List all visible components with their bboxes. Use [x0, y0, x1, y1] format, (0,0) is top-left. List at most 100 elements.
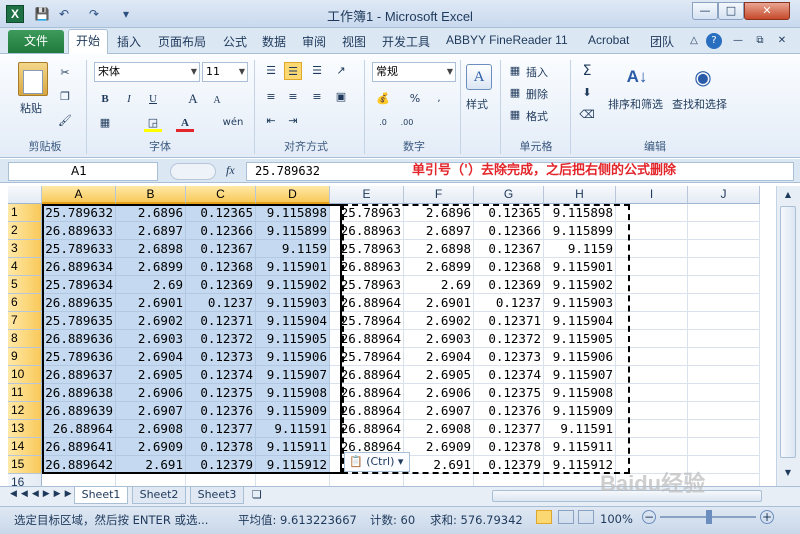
- sort-filter-icon[interactable]: A↓: [622, 62, 652, 92]
- cell-j2[interactable]: [688, 222, 760, 240]
- cell-f2[interactable]: 2.6897: [404, 222, 474, 240]
- clear-icon[interactable]: ⌫: [578, 106, 596, 124]
- page-break-view-icon[interactable]: [578, 510, 594, 524]
- cell-h8[interactable]: 9.115905: [544, 330, 616, 348]
- insert-function-icon[interactable]: fx: [226, 163, 235, 178]
- cell-e8[interactable]: 26.88964: [330, 330, 404, 348]
- row-header[interactable]: 8: [8, 330, 42, 348]
- cell-j8[interactable]: [688, 330, 760, 348]
- cell-e13[interactable]: 26.88964: [330, 420, 404, 438]
- row-header[interactable]: 14: [8, 438, 42, 456]
- cell-h9[interactable]: 9.115906: [544, 348, 616, 366]
- row-header[interactable]: 12: [8, 402, 42, 420]
- cell-f7[interactable]: 2.6902: [404, 312, 474, 330]
- column-header-g[interactable]: G: [474, 186, 544, 204]
- ribbon-collapse-icon[interactable]: △: [686, 33, 702, 49]
- copy-icon[interactable]: ❐: [56, 88, 74, 106]
- tab-developer[interactable]: 开发工具: [382, 33, 430, 50]
- cell-e3[interactable]: 25.78963: [330, 240, 404, 258]
- underline-button[interactable]: U: [144, 90, 162, 108]
- normal-view-icon[interactable]: [536, 510, 552, 524]
- cell-c14[interactable]: 0.12378: [186, 438, 256, 456]
- grow-font-button[interactable]: A: [184, 90, 202, 108]
- cell-f10[interactable]: 2.6905: [404, 366, 474, 384]
- cell-i11[interactable]: [616, 384, 688, 402]
- cell-d12[interactable]: 9.115909: [256, 402, 330, 420]
- cell-b10[interactable]: 2.6905: [116, 366, 186, 384]
- cell-d10[interactable]: 9.115907: [256, 366, 330, 384]
- fill-icon[interactable]: ⬇: [578, 84, 596, 102]
- tab-team[interactable]: 团队: [650, 33, 674, 50]
- cell-a3[interactable]: 25.789633: [42, 240, 116, 258]
- cell-b8[interactable]: 2.6903: [116, 330, 186, 348]
- column-header-e[interactable]: E: [330, 186, 404, 204]
- cell-h6[interactable]: 9.115903: [544, 294, 616, 312]
- tab-page-layout[interactable]: 页面布局: [158, 33, 206, 50]
- autosum-button[interactable]: Σ: [578, 62, 596, 80]
- cell-g6[interactable]: 0.1237: [474, 294, 544, 312]
- align-center-icon[interactable]: ≡: [284, 88, 302, 106]
- sheet-tab-sheet1[interactable]: Sheet1: [74, 487, 128, 504]
- cell-a15[interactable]: 26.889642: [42, 456, 116, 474]
- cell-c3[interactable]: 0.12367: [186, 240, 256, 258]
- cell-g13[interactable]: 0.12377: [474, 420, 544, 438]
- doc-restore-icon[interactable]: ⧉: [752, 33, 768, 49]
- align-left-icon[interactable]: ≡: [262, 88, 280, 106]
- cell-h7[interactable]: 9.115904: [544, 312, 616, 330]
- cell-g15[interactable]: 0.12379: [474, 456, 544, 474]
- cell-i6[interactable]: [616, 294, 688, 312]
- formula-bar-expand-icon[interactable]: [170, 163, 216, 180]
- cell-a10[interactable]: 26.889637: [42, 366, 116, 384]
- sheet-tab-sheet2[interactable]: Sheet2: [132, 487, 186, 504]
- row-header[interactable]: 6: [8, 294, 42, 312]
- cell-d14[interactable]: 9.115911: [256, 438, 330, 456]
- cell-i5[interactable]: [616, 276, 688, 294]
- cell-e4[interactable]: 26.88963: [330, 258, 404, 276]
- cell-i9[interactable]: [616, 348, 688, 366]
- cell-h14[interactable]: 9.115911: [544, 438, 616, 456]
- cell-e6[interactable]: 26.88964: [330, 294, 404, 312]
- row-header[interactable]: 13: [8, 420, 42, 438]
- cell-d1[interactable]: 9.115898: [256, 204, 330, 222]
- cell-h4[interactable]: 9.115901: [544, 258, 616, 276]
- cell-c10[interactable]: 0.12374: [186, 366, 256, 384]
- cell-b4[interactable]: 2.6899: [116, 258, 186, 276]
- tab-formulas[interactable]: 公式: [223, 33, 247, 50]
- cell-a11[interactable]: 26.889638: [42, 384, 116, 402]
- cell-a5[interactable]: 25.789634: [42, 276, 116, 294]
- doc-close-icon[interactable]: ✕: [774, 33, 790, 49]
- cell-b12[interactable]: 2.6907: [116, 402, 186, 420]
- cell-b9[interactable]: 2.6904: [116, 348, 186, 366]
- cell-d15[interactable]: 9.115912: [256, 456, 330, 474]
- cell-f8[interactable]: 2.6903: [404, 330, 474, 348]
- scroll-down-icon[interactable]: ▼: [780, 468, 796, 480]
- cell-e11[interactable]: 26.88964: [330, 384, 404, 402]
- align-bottom-icon[interactable]: ☰: [308, 62, 326, 80]
- close-button[interactable]: ✕: [744, 2, 790, 20]
- file-tab[interactable]: 文件: [8, 30, 64, 53]
- cell-c15[interactable]: 0.12379: [186, 456, 256, 474]
- column-header-a[interactable]: A: [42, 186, 116, 204]
- fill-color-icon[interactable]: ◲: [144, 114, 162, 132]
- cell-f1[interactable]: 2.6896: [404, 204, 474, 222]
- cell-h13[interactable]: 9.11591: [544, 420, 616, 438]
- cell-b13[interactable]: 2.6908: [116, 420, 186, 438]
- cell-i4[interactable]: [616, 258, 688, 276]
- cell-e1[interactable]: 25.78963: [330, 204, 404, 222]
- cell-e2[interactable]: 26.88963: [330, 222, 404, 240]
- cell-h5[interactable]: 9.115902: [544, 276, 616, 294]
- cell-c1[interactable]: 0.12365: [186, 204, 256, 222]
- format-painter-icon[interactable]: 🖌: [56, 112, 74, 130]
- cell-g1[interactable]: 0.12365: [474, 204, 544, 222]
- scroll-up-icon[interactable]: ▲: [780, 190, 796, 202]
- cell-h2[interactable]: 9.115899: [544, 222, 616, 240]
- cell-e7[interactable]: 25.78964: [330, 312, 404, 330]
- help-icon[interactable]: ?: [706, 33, 722, 49]
- cell-f15[interactable]: 2.691: [404, 456, 474, 474]
- cell-f3[interactable]: 2.6898: [404, 240, 474, 258]
- align-right-icon[interactable]: ≡: [308, 88, 326, 106]
- cell-g4[interactable]: 0.12368: [474, 258, 544, 276]
- row-header[interactable]: 1: [8, 204, 42, 222]
- cell-i1[interactable]: [616, 204, 688, 222]
- row-header[interactable]: 3: [8, 240, 42, 258]
